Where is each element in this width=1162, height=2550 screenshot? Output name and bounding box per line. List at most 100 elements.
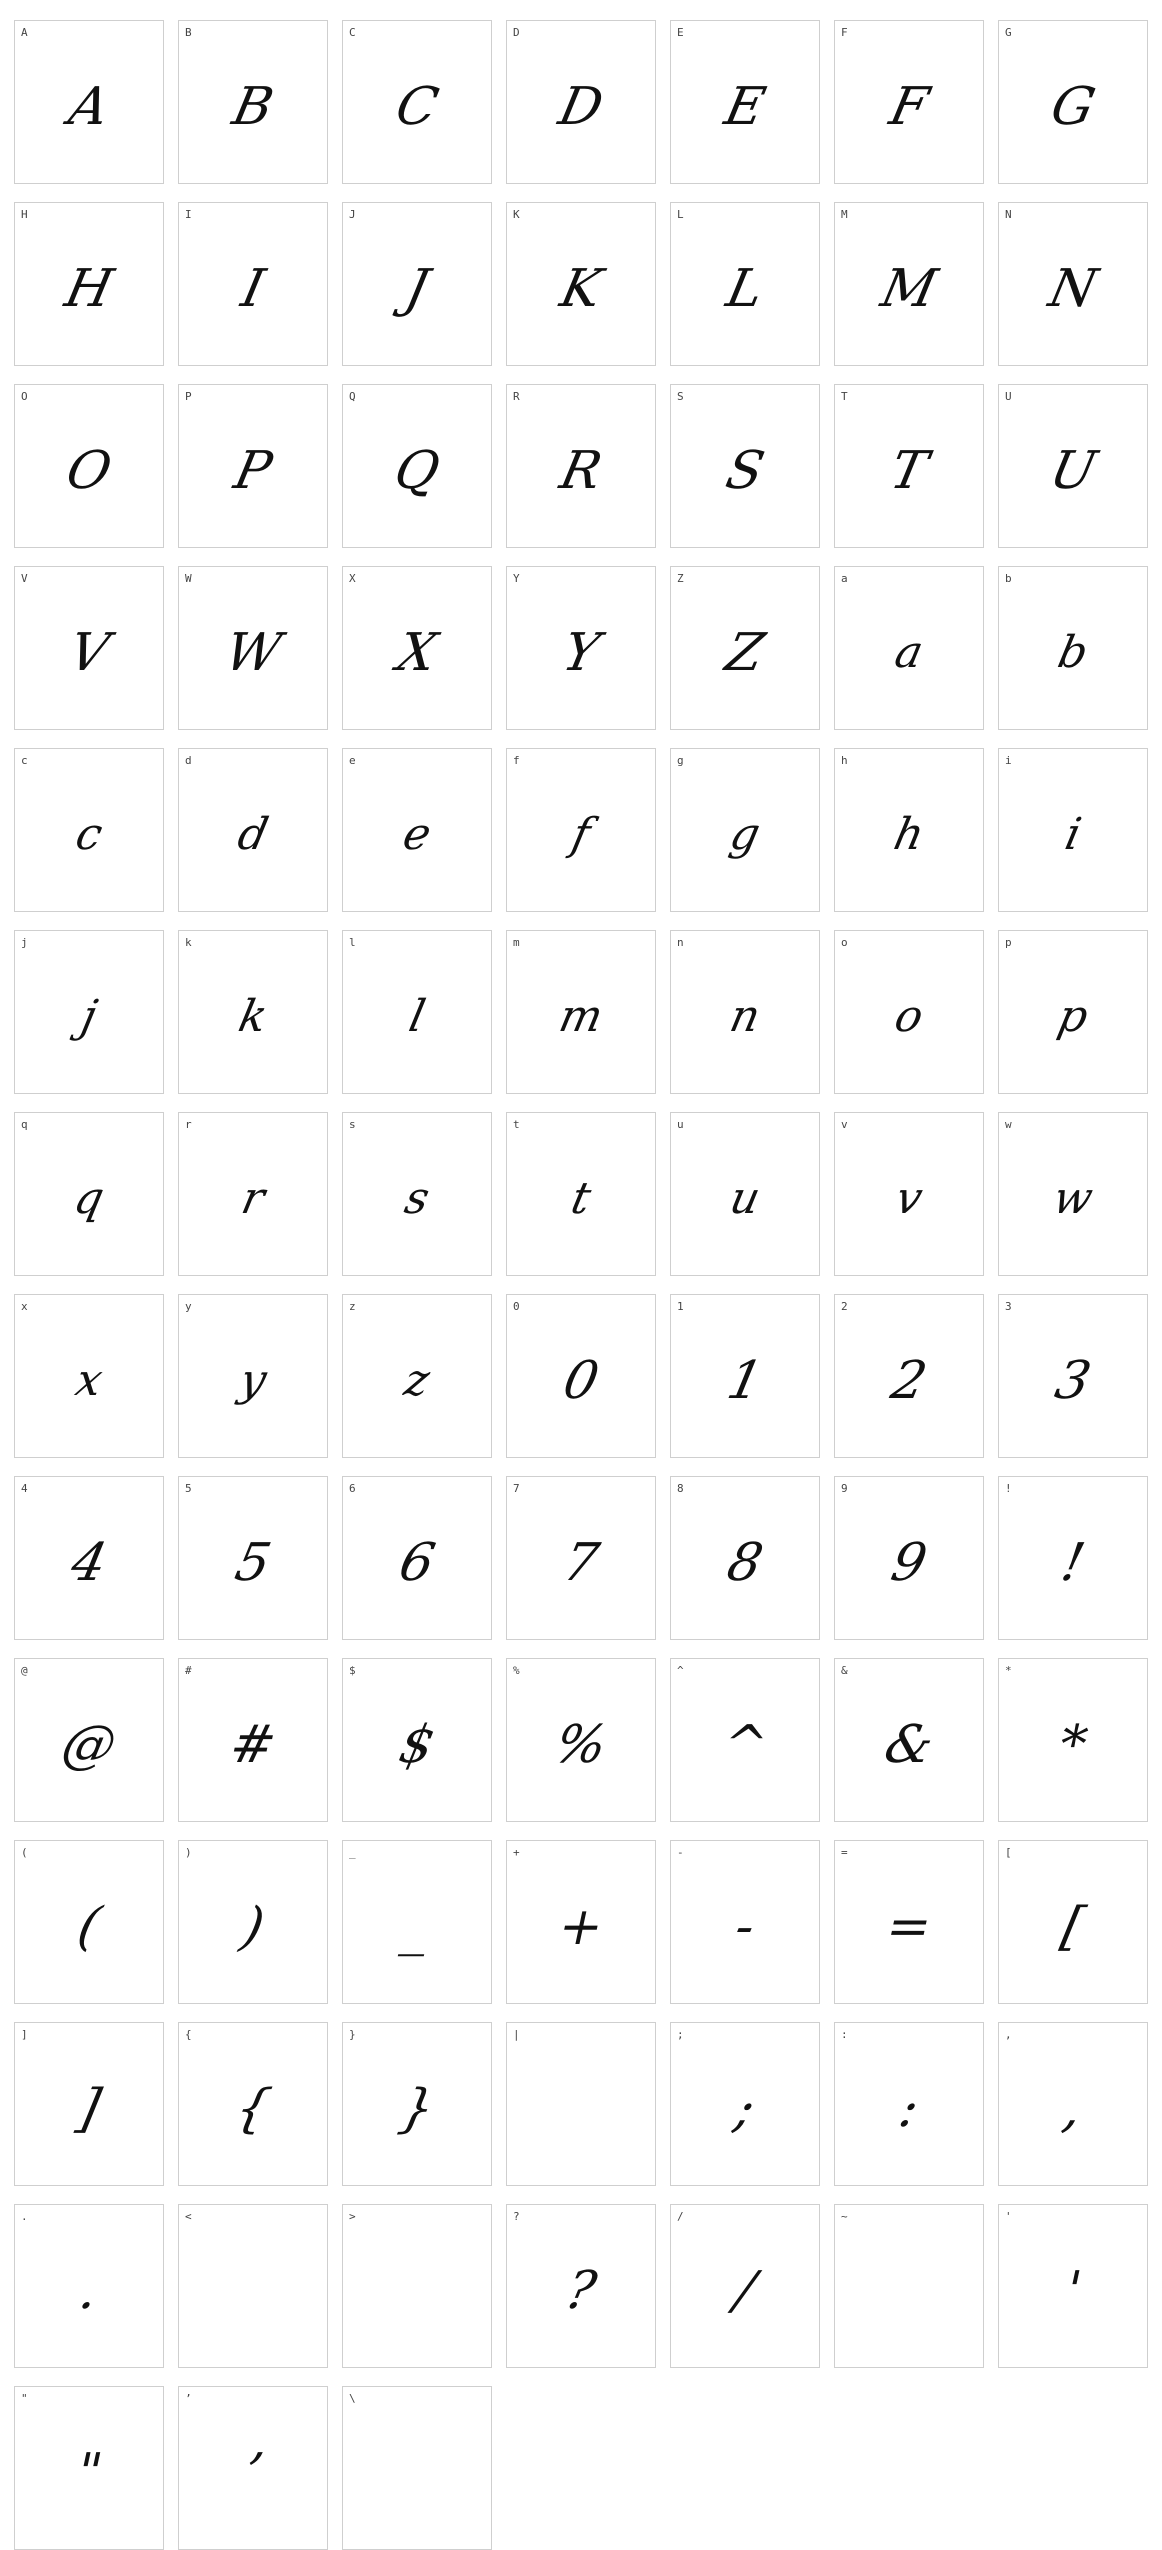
glyph-label: .: [21, 2210, 28, 2223]
glyph-cell: OO: [14, 384, 164, 548]
glyph-label: ): [185, 1846, 192, 1859]
glyph-cell: 00: [506, 1294, 656, 1458]
glyph-label: m: [513, 936, 520, 949]
glyph-label: ?: [513, 2210, 520, 2223]
glyph-cell: TT: [834, 384, 984, 548]
glyph-sample: m: [554, 991, 608, 1042]
glyph-sample: R: [555, 441, 607, 501]
glyph-label: =: [841, 1846, 848, 1859]
glyph-cell: YY: [506, 566, 656, 730]
glyph-label: C: [349, 26, 356, 39]
glyph-cell: oo: [834, 930, 984, 1094]
glyph-cell: \: [342, 2386, 492, 2550]
glyph-label: V: [21, 572, 28, 585]
glyph-sample: V: [63, 623, 115, 683]
glyph-cell: ,,: [998, 2022, 1148, 2186]
glyph-sample: j: [76, 991, 102, 1042]
glyph-sample: s: [400, 1173, 434, 1224]
glyph-label: M: [841, 208, 848, 221]
glyph-label: 8: [677, 1482, 684, 1495]
glyph-sample: G: [1045, 77, 1101, 137]
glyph-label: q: [21, 1118, 28, 1131]
glyph-label: |: [513, 2028, 520, 2041]
glyph-cell: ee: [342, 748, 492, 912]
glyph-sample: 9: [886, 1533, 932, 1593]
glyph-sample: -: [729, 1897, 761, 1957]
glyph-sample: y: [235, 1355, 271, 1406]
glyph-cell: MM: [834, 202, 984, 366]
glyph-cell: nn: [670, 930, 820, 1094]
glyph-sample: g: [725, 809, 765, 860]
glyph-label: 3: [1005, 1300, 1012, 1313]
glyph-label: I: [185, 208, 192, 221]
glyph-cell: yy: [178, 1294, 328, 1458]
glyph-label: F: [841, 26, 848, 39]
glyph-cell: bb: [998, 566, 1148, 730]
glyph-label: X: [349, 572, 356, 585]
glyph-sample: q: [69, 1173, 109, 1224]
glyph-cell: 44: [14, 1476, 164, 1640]
glyph-label: 2: [841, 1300, 848, 1313]
glyph-label: _: [349, 1846, 356, 1859]
glyph-sample: ?: [560, 2261, 602, 2321]
glyph-label: h: [841, 754, 848, 767]
glyph-sample: [: [1056, 1897, 1090, 1957]
glyph-sample: F: [884, 77, 934, 137]
glyph-sample: #: [224, 1715, 282, 1775]
glyph-label: l: [349, 936, 356, 949]
glyph-cell: rr: [178, 1112, 328, 1276]
glyph-label: j: [21, 936, 28, 949]
glyph-label: +: [513, 1846, 520, 1859]
glyph-cell: )): [178, 1840, 328, 2004]
glyph-label: a: [841, 572, 848, 585]
glyph-cell: mm: [506, 930, 656, 1094]
glyph-label: 6: [349, 1482, 356, 1495]
glyph-sample: /: [729, 2261, 761, 2321]
glyph-cell: <: [178, 2204, 328, 2368]
glyph-cell: JJ: [342, 202, 492, 366]
glyph-sample: T: [885, 441, 933, 501]
glyph-sample: 2: [886, 1351, 932, 1411]
glyph-sample: 6: [394, 1533, 440, 1593]
glyph-label: ': [1005, 2210, 1012, 2223]
glyph-sample: E: [719, 77, 771, 137]
glyph-sample: Q: [389, 441, 445, 501]
glyph-sample: @: [56, 1715, 122, 1775]
glyph-sample: e: [398, 809, 436, 860]
glyph-cell: ' ': [998, 2204, 1148, 2368]
glyph-sample: M: [875, 259, 943, 319]
glyph-sample: O: [61, 441, 117, 501]
glyph-cell: 22: [834, 1294, 984, 1458]
glyph-cell: 11: [670, 1294, 820, 1458]
glyph-label: 0: [513, 1300, 520, 1313]
glyph-label: 4: [21, 1482, 28, 1495]
glyph-cell: ii: [998, 748, 1148, 912]
glyph-sample: v: [891, 1173, 927, 1224]
glyph-cell: ::: [834, 2022, 984, 2186]
glyph-cell: VV: [14, 566, 164, 730]
glyph-label: -: [677, 1846, 684, 1859]
glyph-cell: 55: [178, 1476, 328, 1640]
glyph-label: 7: [513, 1482, 520, 1495]
glyph-cell: _ _: [342, 1840, 492, 2004]
glyph-sample: +: [552, 1897, 610, 1957]
glyph-cell: WW: [178, 566, 328, 730]
glyph-sample: Z: [720, 623, 770, 683]
glyph-label: $: [349, 1664, 356, 1677]
glyph-cell: vv: [834, 1112, 984, 1276]
glyph-label: ]: [21, 2028, 28, 2041]
glyph-cell: + +: [506, 1840, 656, 2004]
glyph-label: z: [349, 1300, 356, 1313]
glyph-cell: ZZ: [670, 566, 820, 730]
glyph-cell: KK: [506, 202, 656, 366]
glyph-label: ^: [677, 1664, 684, 1677]
glyph-sample: 3: [1050, 1351, 1096, 1411]
glyph-cell: ^ ^: [670, 1658, 820, 1822]
glyph-label: /: [677, 2210, 684, 2223]
glyph-label: P: [185, 390, 192, 403]
glyph-label: r: [185, 1118, 192, 1131]
glyph-label: x: [21, 1300, 28, 1313]
glyph-cell: EE: [670, 20, 820, 184]
glyph-cell: ll: [342, 930, 492, 1094]
glyph-cell: %%: [506, 1658, 656, 1822]
